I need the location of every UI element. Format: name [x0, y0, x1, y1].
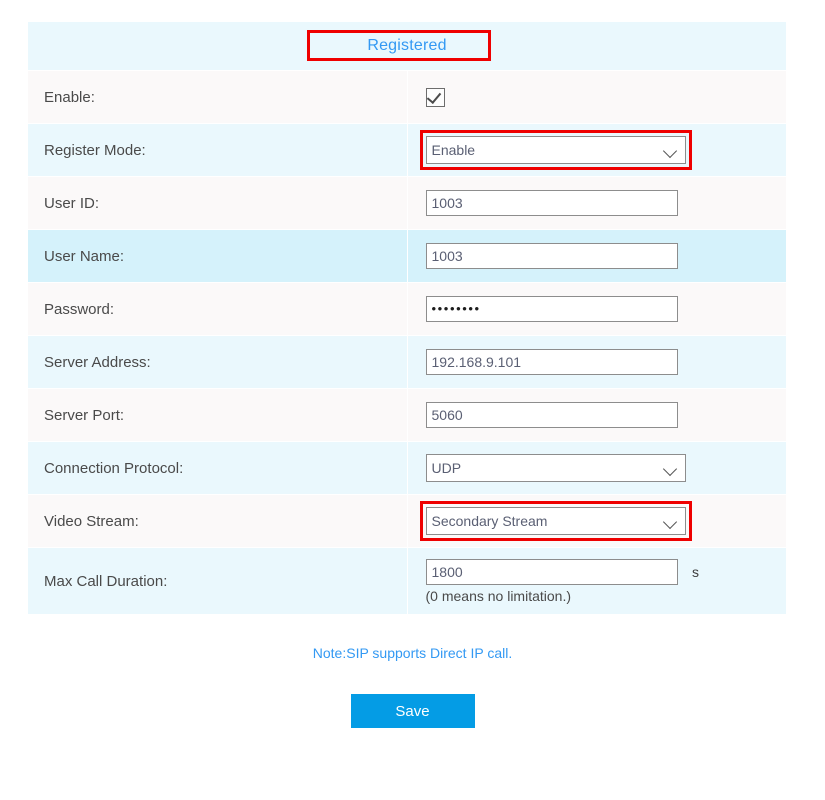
- status-badge: Registered: [367, 37, 447, 54]
- field-register-mode: Enable: [407, 123, 786, 177]
- save-button-wrap: Save: [0, 694, 825, 728]
- label-max-call-duration: Max Call Duration:: [28, 547, 408, 615]
- label-register-mode: Register Mode:: [28, 123, 408, 177]
- password-input[interactable]: ••••••••: [425, 296, 678, 322]
- field-server-port: 5060: [407, 388, 786, 442]
- server-address-input[interactable]: 192.168.9.101: [425, 349, 678, 375]
- field-user-id: 1003: [407, 176, 786, 230]
- table-row-video-stream: Video Stream: Secondary Stream: [28, 494, 786, 548]
- connection-protocol-value: UDP: [431, 460, 462, 476]
- label-server-port: Server Port:: [28, 388, 408, 442]
- table-row-enable: Enable:: [28, 70, 786, 124]
- registration-status-row: Registered: [28, 22, 786, 71]
- max-call-duration-hint: (0 means no limitation.): [425, 587, 572, 604]
- table-row-user-id: User ID: 1003: [28, 176, 786, 230]
- max-call-duration-input-line: 1800 s: [425, 558, 787, 585]
- check-icon: [426, 88, 441, 104]
- chevron-down-icon: [662, 514, 677, 530]
- video-stream-wrap: Secondary Stream: [419, 501, 692, 541]
- label-password: Password:: [28, 282, 408, 336]
- table-row-connection-protocol: Connection Protocol: UDP: [28, 441, 786, 495]
- video-stream-value: Secondary Stream: [431, 513, 548, 529]
- label-server-address: Server Address:: [28, 335, 408, 389]
- label-video-stream: Video Stream:: [28, 494, 408, 548]
- register-mode-select[interactable]: Enable: [425, 136, 686, 164]
- video-stream-select[interactable]: Secondary Stream: [425, 507, 686, 535]
- connection-protocol-select[interactable]: UDP: [425, 454, 686, 482]
- field-max-call-duration: 1800 s (0 means no limitation.): [407, 547, 787, 615]
- field-video-stream: Secondary Stream: [407, 494, 786, 548]
- table-row-server-address: Server Address: 192.168.9.101: [28, 335, 786, 389]
- label-user-name: User Name:: [28, 229, 408, 283]
- save-button[interactable]: Save: [350, 694, 475, 728]
- max-call-duration-input[interactable]: 1800: [425, 558, 678, 585]
- table-row-max-call-duration: Max Call Duration: 1800 s (0 means no li…: [28, 547, 787, 615]
- max-call-duration-unit: s: [691, 563, 699, 580]
- register-mode-wrap: Enable: [419, 130, 692, 170]
- enable-checkbox[interactable]: [425, 87, 445, 107]
- chevron-down-icon: [662, 461, 677, 477]
- registration-status-wrap: Registered: [307, 30, 492, 61]
- sip-settings-page: Registered Enable: Register Mode: Enable…: [0, 0, 825, 800]
- user-id-input[interactable]: 1003: [425, 190, 678, 216]
- field-password: ••••••••: [407, 282, 786, 336]
- sip-note: Note:SIP supports Direct IP call.: [312, 645, 513, 661]
- label-enable: Enable:: [28, 70, 408, 124]
- server-port-input[interactable]: 5060: [425, 402, 678, 428]
- field-user-name: 1003: [407, 229, 786, 283]
- table-row-register-mode: Register Mode: Enable: [28, 123, 786, 177]
- sip-settings-table: Registered Enable: Register Mode: Enable…: [28, 22, 786, 615]
- field-connection-protocol: UDP: [407, 441, 786, 495]
- field-enable: [407, 70, 786, 124]
- table-row-server-port: Server Port: 5060: [28, 388, 786, 442]
- label-user-id: User ID:: [28, 176, 408, 230]
- register-mode-value: Enable: [431, 142, 476, 158]
- registration-status-cell: Registered: [28, 22, 786, 71]
- label-connection-protocol: Connection Protocol:: [28, 441, 408, 495]
- table-row-user-name: User Name: 1003: [28, 229, 786, 283]
- table-row-password: Password: ••••••••: [28, 282, 786, 336]
- chevron-down-icon: [662, 143, 677, 159]
- field-server-address: 192.168.9.101: [407, 335, 786, 389]
- user-name-input[interactable]: 1003: [425, 243, 678, 269]
